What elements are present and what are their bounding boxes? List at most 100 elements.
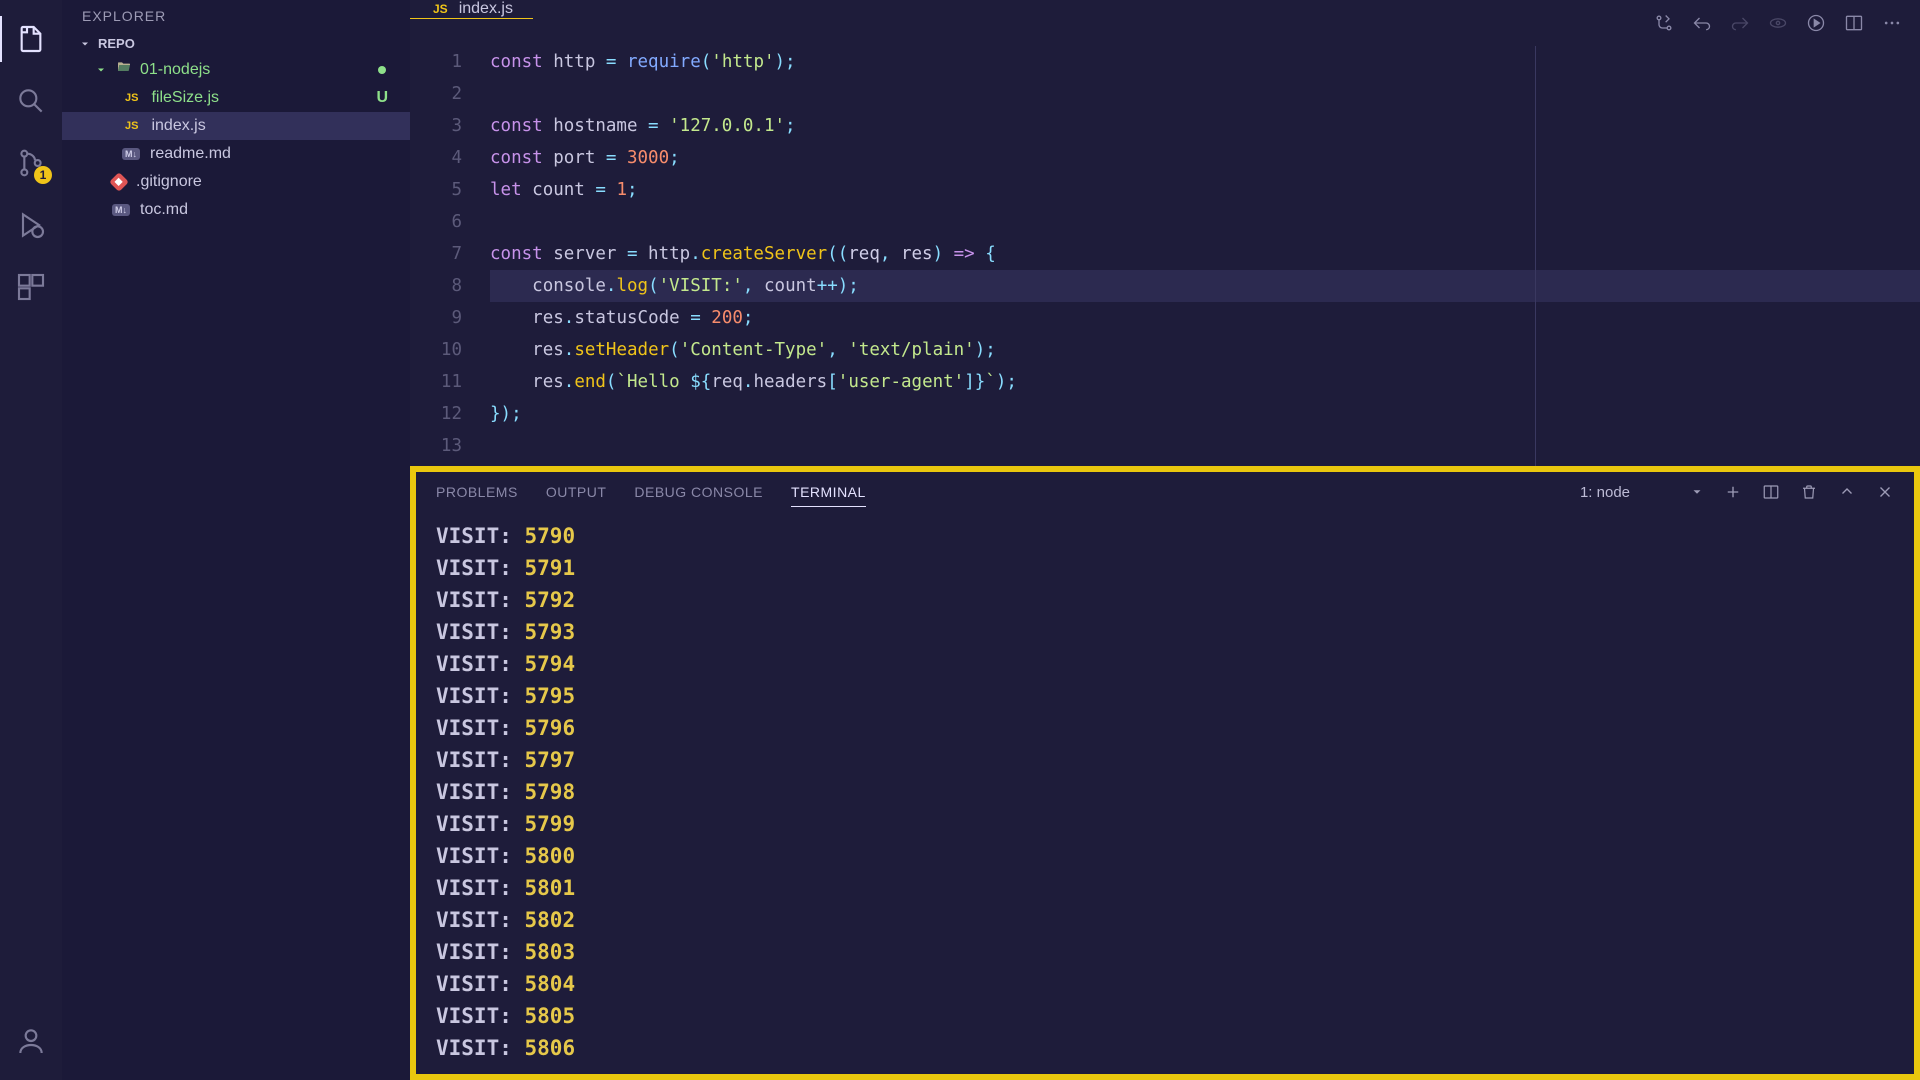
code-line[interactable]: const port = 3000; [490, 142, 1920, 174]
chevron-down-icon [94, 63, 108, 77]
file-status: U [376, 89, 388, 107]
file-name: fileSize.js [151, 89, 219, 107]
activity-extensions[interactable] [0, 256, 62, 318]
code-area[interactable]: const http = require('http'); const hostn… [490, 46, 1920, 466]
terminal-line: VISIT: 5800 [436, 840, 1894, 872]
sidebar-file[interactable]: M↓ readme.md [62, 140, 410, 168]
terminal-selector-label: 1: node [1580, 484, 1630, 501]
panel-tab-debug-console[interactable]: DEBUG CONSOLE [634, 484, 763, 500]
terminal-selector[interactable]: 1: node [1580, 484, 1704, 501]
file-name: .gitignore [136, 173, 202, 191]
terminal-line: VISIT: 5790 [436, 520, 1894, 552]
activity-account[interactable] [0, 1010, 62, 1072]
code-line[interactable]: let count = 1; [490, 174, 1920, 206]
code-line[interactable]: res.statusCode = 200; [490, 302, 1920, 334]
code-line[interactable]: const server = http.createServer((req, r… [490, 238, 1920, 270]
search-icon [15, 85, 47, 117]
tab-label: index.js [459, 0, 513, 18]
sidebar-folder-label: 01-nodejs [140, 61, 210, 79]
last-edit-icon[interactable] [1768, 13, 1788, 33]
terminal-line: VISIT: 5792 [436, 584, 1894, 616]
sidebar-file[interactable]: M↓ toc.md [62, 196, 410, 224]
file-name: toc.md [140, 201, 188, 219]
terminal-line: VISIT: 5793 [436, 616, 1894, 648]
terminal-line: VISIT: 5801 [436, 872, 1894, 904]
sidebar-title: EXPLORER [62, 0, 410, 32]
folder-modified-dot [378, 66, 386, 74]
terminal-line: VISIT: 5797 [436, 744, 1894, 776]
js-file-icon: JS [430, 1, 451, 17]
md-file-icon: M↓ [112, 204, 130, 216]
terminal-line: VISIT: 5798 [436, 776, 1894, 808]
run-debug-icon [15, 209, 47, 241]
terminal-line: VISIT: 5794 [436, 648, 1894, 680]
go-forward-icon[interactable] [1730, 13, 1750, 33]
file-name: index.js [151, 117, 205, 135]
activity-bar: 1 [0, 0, 62, 1080]
terminal-line: VISIT: 5805 [436, 1000, 1894, 1032]
panel-tab-terminal[interactable]: TERMINAL [791, 484, 866, 507]
bottom-panel: PROBLEMS OUTPUT DEBUG CONSOLE TERMINAL 1: n… [410, 466, 1920, 1080]
more-icon[interactable] [1882, 13, 1902, 33]
sidebar: EXPLORER REPO 01-nodejs JSfileSize.jsUJS… [62, 0, 410, 1080]
sidebar-section-repo[interactable]: REPO [62, 32, 410, 55]
terminal-line: VISIT: 5796 [436, 712, 1894, 744]
md-file-icon: M↓ [122, 148, 140, 160]
maximize-panel-icon[interactable] [1838, 483, 1856, 501]
sidebar-section-label: REPO [98, 36, 135, 51]
code-line[interactable]: }); [490, 398, 1920, 430]
split-terminal-icon[interactable] [1762, 483, 1780, 501]
files-icon [15, 23, 47, 55]
editor[interactable]: 12345678910111213 const http = require('… [410, 46, 1920, 466]
main-area: JS index.js 12345678910111213 const http … [410, 0, 1920, 1080]
code-line[interactable]: res.setHeader('Content-Type', 'text/plai… [490, 334, 1920, 366]
file-name: readme.md [150, 145, 231, 163]
new-terminal-icon[interactable] [1724, 483, 1742, 501]
terminal-line: VISIT: 5803 [436, 936, 1894, 968]
close-panel-icon[interactable] [1876, 483, 1894, 501]
run-icon[interactable] [1806, 13, 1826, 33]
terminal-line: VISIT: 5799 [436, 808, 1894, 840]
panel-tab-bar: PROBLEMS OUTPUT DEBUG CONSOLE TERMINAL 1: n… [416, 472, 1914, 512]
account-icon [15, 1025, 47, 1057]
js-file-icon: JS [122, 91, 141, 105]
editor-tab[interactable]: JS index.js [410, 0, 533, 19]
line-gutter: 12345678910111213 [410, 46, 490, 466]
code-line[interactable]: const hostname = '127.0.0.1'; [490, 110, 1920, 142]
gitignore-file-icon: ◆ [109, 172, 129, 192]
activity-search[interactable] [0, 70, 62, 132]
code-line[interactable] [490, 78, 1920, 110]
code-line[interactable] [490, 206, 1920, 238]
sidebar-folder[interactable]: 01-nodejs [62, 55, 410, 84]
terminal-line: VISIT: 5802 [436, 904, 1894, 936]
sidebar-file[interactable]: JS index.js [62, 112, 410, 140]
go-back-icon[interactable] [1692, 13, 1712, 33]
sidebar-file[interactable]: JS fileSize.js U [62, 84, 410, 112]
split-editor-icon[interactable] [1844, 13, 1864, 33]
sidebar-file[interactable]: ◆ .gitignore [62, 168, 410, 196]
terminal-line: VISIT: 5806 [436, 1032, 1894, 1064]
chevron-down-icon [1690, 485, 1704, 499]
code-line[interactable]: res.end(`Hello ${req.headers['user-agent… [490, 366, 1920, 398]
code-line[interactable] [490, 430, 1920, 462]
chevron-down-icon [78, 37, 92, 51]
compare-changes-icon[interactable] [1654, 13, 1674, 33]
terminal-line: VISIT: 5791 [436, 552, 1894, 584]
scm-badge: 1 [34, 166, 52, 184]
activity-run-debug[interactable] [0, 194, 62, 256]
js-file-icon: JS [122, 119, 141, 133]
kill-terminal-icon[interactable] [1800, 483, 1818, 501]
terminal-line: VISIT: 5795 [436, 680, 1894, 712]
extensions-icon [15, 271, 47, 303]
code-line[interactable]: console.log('VISIT:', count++); [490, 270, 1920, 302]
code-line[interactable]: const http = require('http'); [490, 46, 1920, 78]
activity-explorer[interactable] [0, 8, 62, 70]
activity-source-control[interactable]: 1 [0, 132, 62, 194]
panel-tab-problems[interactable]: PROBLEMS [436, 484, 518, 500]
editor-actions [1636, 0, 1920, 46]
folder-open-icon [116, 59, 132, 80]
tab-bar: JS index.js [410, 0, 1920, 46]
terminal-line: VISIT: 5804 [436, 968, 1894, 1000]
panel-tab-output[interactable]: OUTPUT [546, 484, 607, 500]
terminal-output[interactable]: VISIT: 5790VISIT: 5791VISIT: 5792VISIT: … [416, 512, 1914, 1074]
